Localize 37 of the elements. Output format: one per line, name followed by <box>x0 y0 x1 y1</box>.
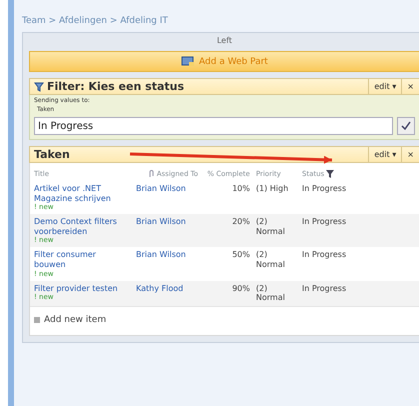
web-part-icon <box>181 56 196 67</box>
attachment-icon <box>148 170 155 178</box>
status: In Progress <box>302 284 348 295</box>
apply-filter-button[interactable] <box>397 117 415 135</box>
task-title-link[interactable]: Filter consumer bouwen <box>34 250 130 270</box>
assigned-to-link[interactable]: Brian Wilson <box>136 217 198 244</box>
filter-icon <box>326 170 334 178</box>
edit-menu[interactable]: edit ▾ <box>368 79 402 94</box>
status: In Progress <box>302 217 348 228</box>
task-title-link[interactable]: Filter provider testen <box>34 284 118 294</box>
percent-complete: 20% <box>231 217 250 228</box>
priority: (2) Normal <box>256 250 286 271</box>
bullet-icon <box>34 316 40 323</box>
close-button[interactable]: × <box>401 79 419 94</box>
task-title-link[interactable]: Artikel voor .NET Magazine schrijven <box>34 184 130 204</box>
breadcrumb[interactable]: Team > Afdelingen > Afdeling IT <box>22 12 419 32</box>
add-new-item-link[interactable]: Add new item <box>44 314 106 325</box>
filter-value-field[interactable]: In Progress <box>34 117 393 135</box>
task-title-link[interactable]: Demo Context filters voorbereiden <box>34 217 130 236</box>
status: In Progress <box>302 250 348 262</box>
priority: (2) Normal <box>256 284 286 303</box>
zone-label: Left <box>216 36 234 45</box>
edit-menu[interactable]: edit ▾ <box>368 147 402 162</box>
list-part-title: Taken <box>33 148 70 161</box>
close-button[interactable]: × <box>401 147 419 162</box>
status: In Progress <box>302 184 348 195</box>
priority: (2) Normal <box>256 217 286 238</box>
part-title-text: Filter: Kies een status <box>47 80 184 93</box>
assigned-to-link[interactable]: Brian Wilson <box>136 250 198 278</box>
assigned-to-link[interactable]: Kathy Flood <box>136 284 198 303</box>
check-icon <box>401 121 411 131</box>
priority: (1) High <box>256 184 290 195</box>
percent-complete: 50% <box>231 250 250 262</box>
assigned-to-link[interactable]: Brian Wilson <box>136 184 198 212</box>
percent-complete: 10% <box>231 184 250 195</box>
filter-icon <box>34 82 44 92</box>
percent-complete: 90% <box>231 284 250 295</box>
